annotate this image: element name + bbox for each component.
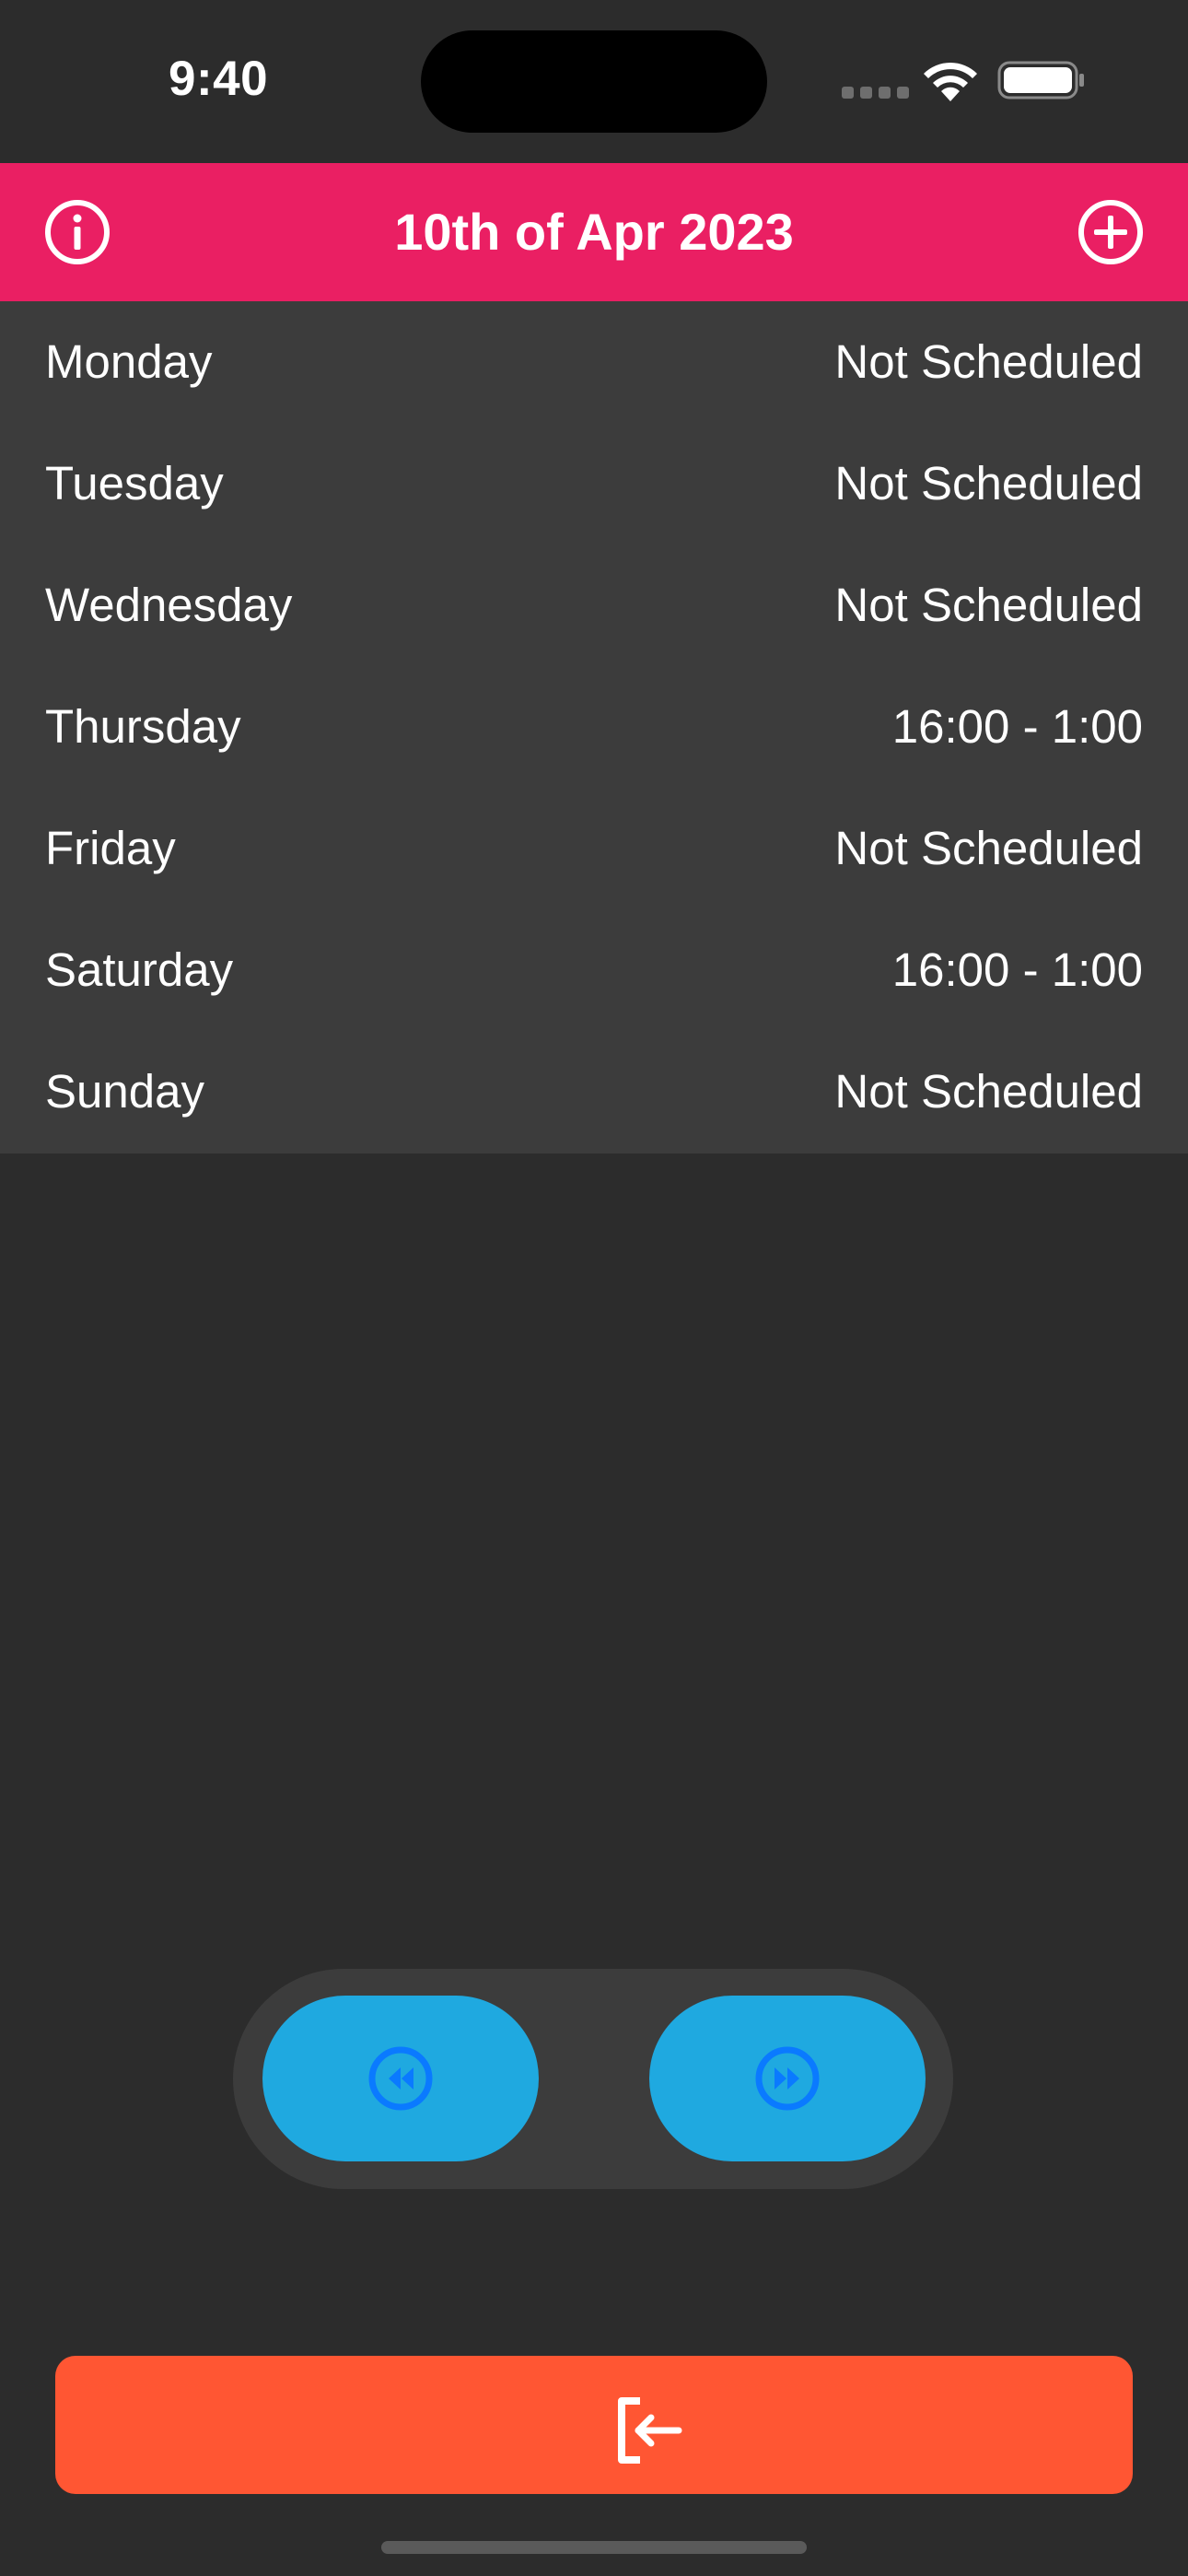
shift-time: Not Scheduled <box>834 1065 1143 1118</box>
schedule-row-saturday[interactable]: Saturday 16:00 - 1:00 <box>0 909 1188 1031</box>
fast-forward-circle-icon <box>755 2046 820 2111</box>
battery-icon <box>997 61 1084 100</box>
day-label: Thursday <box>45 700 241 753</box>
schedule-row-wednesday[interactable]: Wednesday Not Scheduled <box>0 544 1188 666</box>
add-button[interactable] <box>1077 198 1145 266</box>
logout-icon <box>618 2397 682 2464</box>
day-label: Monday <box>45 335 213 388</box>
shift-time: 16:00 - 1:00 <box>891 943 1143 996</box>
header-bar: 10th of Apr 2023 <box>0 163 1188 301</box>
schedule-row-monday[interactable]: Monday Not Scheduled <box>0 301 1188 423</box>
status-bar: 9:40 <box>0 0 1188 163</box>
day-label: Tuesday <box>45 457 224 509</box>
next-week-button[interactable] <box>649 1996 926 2161</box>
schedule-list: Monday Not Scheduled Tuesday Not Schedul… <box>0 301 1188 1153</box>
schedule-row-friday[interactable]: Friday Not Scheduled <box>0 788 1188 909</box>
schedule-row-sunday[interactable]: Sunday Not Scheduled <box>0 1031 1188 1153</box>
status-time: 9:40 <box>169 52 269 106</box>
shift-time: Not Scheduled <box>834 457 1143 509</box>
shift-time: Not Scheduled <box>834 579 1143 631</box>
day-label: Saturday <box>45 943 234 996</box>
rewind-circle-icon <box>368 2046 433 2111</box>
cellular-signal-icon <box>842 87 909 99</box>
plus-circle-icon <box>1078 200 1143 264</box>
home-indicator[interactable] <box>381 2541 807 2554</box>
day-label: Sunday <box>45 1065 204 1118</box>
day-label: Wednesday <box>45 579 293 631</box>
schedule-row-tuesday[interactable]: Tuesday Not Scheduled <box>0 423 1188 544</box>
day-label: Friday <box>45 822 176 874</box>
logout-button[interactable] <box>55 2356 1133 2494</box>
schedule-row-thursday[interactable]: Thursday 16:00 - 1:00 <box>0 666 1188 788</box>
week-navigation <box>233 1969 953 2189</box>
dynamic-island <box>421 30 767 133</box>
page-title: 10th of Apr 2023 <box>394 203 794 261</box>
shift-time: 16:00 - 1:00 <box>891 700 1143 753</box>
app-screen: 9:40 10th of Apr 2023 Monday Not Schedul… <box>0 0 1188 2576</box>
shift-time: Not Scheduled <box>834 335 1143 388</box>
info-button[interactable] <box>43 198 111 266</box>
previous-week-button[interactable] <box>262 1996 539 2161</box>
wifi-icon <box>924 62 977 101</box>
shift-time: Not Scheduled <box>834 822 1143 874</box>
info-icon <box>45 200 110 264</box>
